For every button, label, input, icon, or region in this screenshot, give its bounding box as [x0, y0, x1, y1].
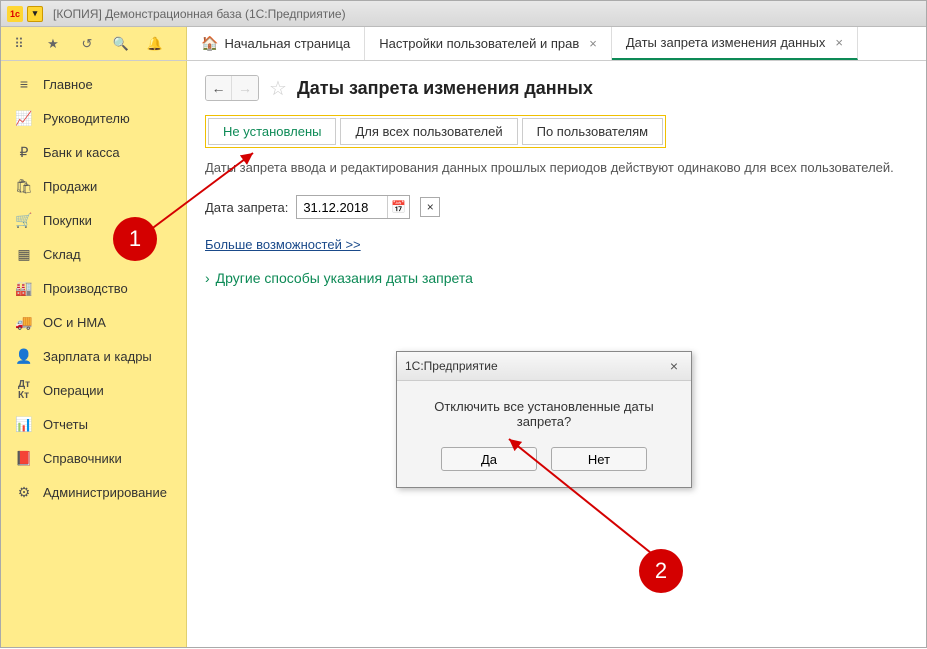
ruble-icon: ₽: [15, 143, 33, 161]
tab-label: Настройки пользователей и прав: [379, 36, 579, 51]
sidebar-item-main[interactable]: ≡ Главное: [1, 67, 186, 101]
annotation-badge-1: 1: [113, 217, 157, 261]
date-row: Дата запрета: 📅 ×: [205, 195, 908, 219]
sidebar-item-production[interactable]: 🏭 Производство: [1, 271, 186, 305]
favorite-star-icon[interactable]: ★: [43, 34, 63, 54]
sidebar-item-label: Администрирование: [43, 485, 167, 500]
home-icon: 🏠: [201, 35, 218, 52]
favorite-toggle-icon[interactable]: ☆: [269, 76, 287, 101]
dialog-close-icon[interactable]: ×: [665, 357, 683, 375]
tab-label: Даты запрета изменения данных: [626, 35, 825, 50]
sidebar-item-label: Производство: [43, 281, 128, 296]
sidebar-item-label: Главное: [43, 77, 93, 92]
sidebar-item-label: ОС и НМА: [43, 315, 106, 330]
date-label: Дата запрета:: [205, 200, 288, 215]
book-icon: 📕: [15, 449, 33, 467]
dialog-no-button[interactable]: Нет: [551, 447, 647, 471]
sidebar-item-label: Справочники: [43, 451, 122, 466]
chart-line-icon: 📈: [15, 109, 33, 127]
search-icon[interactable]: 🔍: [111, 34, 131, 54]
dropdown-icon[interactable]: ▾: [27, 6, 43, 22]
factory-icon: 🏭: [15, 279, 33, 297]
apps-grid-icon[interactable]: ⠿: [9, 34, 29, 54]
sidebar-item-label: Руководителю: [43, 111, 130, 126]
window-title: [КОПИЯ] Демонстрационная база (1С:Предпр…: [53, 7, 346, 21]
sidebar-item-payroll[interactable]: 👤 Зарплата и кадры: [1, 339, 186, 373]
nav-back-button[interactable]: ←: [206, 76, 232, 100]
truck-icon: 🚚: [15, 313, 33, 331]
tab-home[interactable]: 🏠 Начальная страница: [187, 27, 365, 60]
history-icon[interactable]: ↺: [77, 34, 97, 54]
tab-label: Начальная страница: [224, 36, 350, 51]
sidebar-item-sales[interactable]: 🛍 Продажи: [1, 169, 186, 203]
clear-date-button[interactable]: ×: [420, 197, 440, 217]
sidebar-item-assets[interactable]: 🚚 ОС и НМА: [1, 305, 186, 339]
sidebar-item-label: Склад: [43, 247, 81, 262]
gear-icon: ⚙: [15, 483, 33, 501]
person-icon: 👤: [15, 347, 33, 365]
sidebar: ≡ Главное 📈 Руководителю ₽ Банк и касса 🛍 Пр…: [1, 61, 187, 647]
annotation-badge-2: 2: [639, 549, 683, 593]
date-input[interactable]: [297, 197, 387, 218]
sidebar-item-label: Операции: [43, 383, 104, 398]
page-header: ← → ☆ Даты запрета изменения данных: [205, 75, 908, 101]
tab-bar: 🏠 Начальная страница Настройки пользоват…: [187, 27, 926, 60]
more-options-link[interactable]: Больше возможностей >>: [205, 237, 361, 252]
menu-icon: ≡: [15, 75, 33, 93]
nav-back-forward: ← →: [205, 75, 259, 101]
tab-user-settings[interactable]: Настройки пользователей и прав ×: [365, 27, 612, 60]
sidebar-item-label: Покупки: [43, 213, 92, 228]
dialog-message: Отключить все установленные даты запрета…: [397, 381, 691, 437]
tab-change-dates[interactable]: Даты запрета изменения данных ×: [612, 27, 858, 60]
sidebar-item-label: Продажи: [43, 179, 97, 194]
window-titlebar: 1c ▾ [КОПИЯ] Демонстрационная база (1С:П…: [1, 1, 926, 27]
dialog-yes-button[interactable]: Да: [441, 447, 537, 471]
boxes-icon: ▦: [15, 245, 33, 263]
confirm-dialog: 1С:Предприятие × Отключить все установле…: [396, 351, 692, 488]
top-toolbar: ⠿ ★ ↺ 🔍 🔔 🏠 Начальная страница Настройки…: [1, 27, 926, 61]
sidebar-item-admin[interactable]: ⚙ Администрирование: [1, 475, 186, 509]
date-input-wrap: 📅: [296, 195, 410, 219]
sidebar-item-reports[interactable]: 📊 Отчеты: [1, 407, 186, 441]
close-icon[interactable]: ×: [835, 35, 843, 50]
sidebar-item-reference[interactable]: 📕 Справочники: [1, 441, 186, 475]
nav-forward-button[interactable]: →: [232, 76, 258, 100]
sidebar-item-purchases[interactable]: 🛒 Покупки: [1, 203, 186, 237]
seg-not-set[interactable]: Не установлены: [208, 118, 336, 145]
sidebar-item-bank[interactable]: ₽ Банк и касса: [1, 135, 186, 169]
expand-other-methods[interactable]: › Другие способы указания даты запрета: [205, 270, 908, 286]
sidebar-item-operations[interactable]: ДтКт Операции: [1, 373, 186, 407]
ops-icon: ДтКт: [15, 381, 33, 399]
sidebar-item-manager[interactable]: 📈 Руководителю: [1, 101, 186, 135]
sidebar-item-label: Отчеты: [43, 417, 88, 432]
page-title: Даты запрета изменения данных: [297, 78, 593, 99]
sidebar-item-warehouse[interactable]: ▦ Склад: [1, 237, 186, 271]
sidebar-item-label: Зарплата и кадры: [43, 349, 152, 364]
dialog-buttons: Да Нет: [397, 437, 691, 487]
dialog-titlebar: 1С:Предприятие ×: [397, 352, 691, 381]
seg-by-users[interactable]: По пользователям: [522, 118, 663, 145]
calendar-icon[interactable]: 📅: [387, 196, 409, 218]
app-1c-icon: 1c: [7, 6, 23, 22]
sidebar-item-label: Банк и касса: [43, 145, 120, 160]
dialog-title: 1С:Предприятие: [405, 359, 498, 373]
description-text: Даты запрета ввода и редактирования данн…: [205, 160, 908, 175]
bag-icon: 🛍: [15, 177, 33, 195]
cart-icon: 🛒: [15, 211, 33, 229]
close-icon[interactable]: ×: [589, 36, 597, 51]
expand-label: Другие способы указания даты запрета: [216, 270, 473, 286]
toolbar-left: ⠿ ★ ↺ 🔍 🔔: [1, 27, 187, 60]
bars-icon: 📊: [15, 415, 33, 433]
chevron-right-icon: ›: [205, 270, 210, 286]
seg-all-users[interactable]: Для всех пользователей: [340, 118, 517, 145]
mode-segmented-control: Не установлены Для всех пользователей По…: [205, 115, 666, 148]
bell-icon[interactable]: 🔔: [145, 34, 165, 54]
